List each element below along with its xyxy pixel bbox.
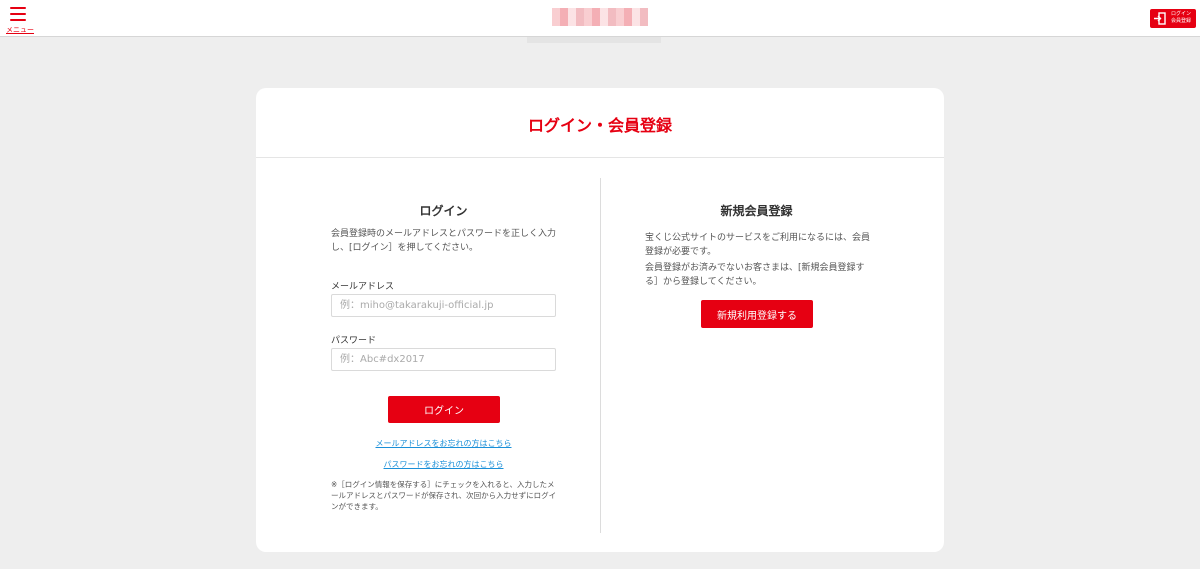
email-input[interactable] xyxy=(331,294,556,317)
login-badge-text: ログイン 会員登録 xyxy=(1169,11,1193,25)
page-title: ログイン・会員登録 xyxy=(527,116,672,135)
menu-button[interactable]: メニュー xyxy=(6,5,34,35)
login-icon xyxy=(1154,12,1166,25)
login-section-title: ログイン xyxy=(419,204,468,218)
hamburger-icon xyxy=(10,7,26,21)
login-description: 会員登録時のメールアドレスとパスワードを正しく入力し、[ログイン］を押してくださ… xyxy=(331,229,557,253)
forgot-password-link[interactable]: パスワードをお忘れの方はこちら xyxy=(331,459,556,470)
save-login-note: ※［ログイン情報を保存する］にチェックを入れると、入力したメールアドレスとパスワ… xyxy=(331,480,557,511)
login-badge-line1: ログイン xyxy=(1170,11,1191,17)
new-registration-button[interactable]: 新規利用登録する xyxy=(701,300,813,328)
menu-label: メニュー xyxy=(6,26,34,34)
password-label: パスワード xyxy=(331,336,377,346)
login-register-button[interactable]: ログイン 会員登録 xyxy=(1150,9,1196,28)
card-divider xyxy=(256,157,944,158)
email-label: メールアドレス xyxy=(331,282,395,292)
register-description-2: 会員登録がお済みでないお客さまは、[新規会員登録する］から登録してください。 xyxy=(645,263,865,287)
site-header: メニュー ログイン 会員登録 xyxy=(0,0,1200,43)
login-badge-line2: 会員登録 xyxy=(1170,18,1191,24)
register-description-1: 宝くじ公式サイトのサービスをご利用になるには、会員登録が必要です。 xyxy=(645,233,871,257)
register-section-title: 新規会員登録 xyxy=(720,204,793,218)
column-divider xyxy=(600,178,601,533)
password-input[interactable] xyxy=(331,348,556,371)
login-button[interactable]: ログイン xyxy=(388,396,500,423)
forgot-email-link[interactable]: メールアドレスをお忘れの方はこちら xyxy=(331,438,556,449)
site-logo[interactable] xyxy=(552,8,648,26)
logo-tab xyxy=(527,37,661,43)
